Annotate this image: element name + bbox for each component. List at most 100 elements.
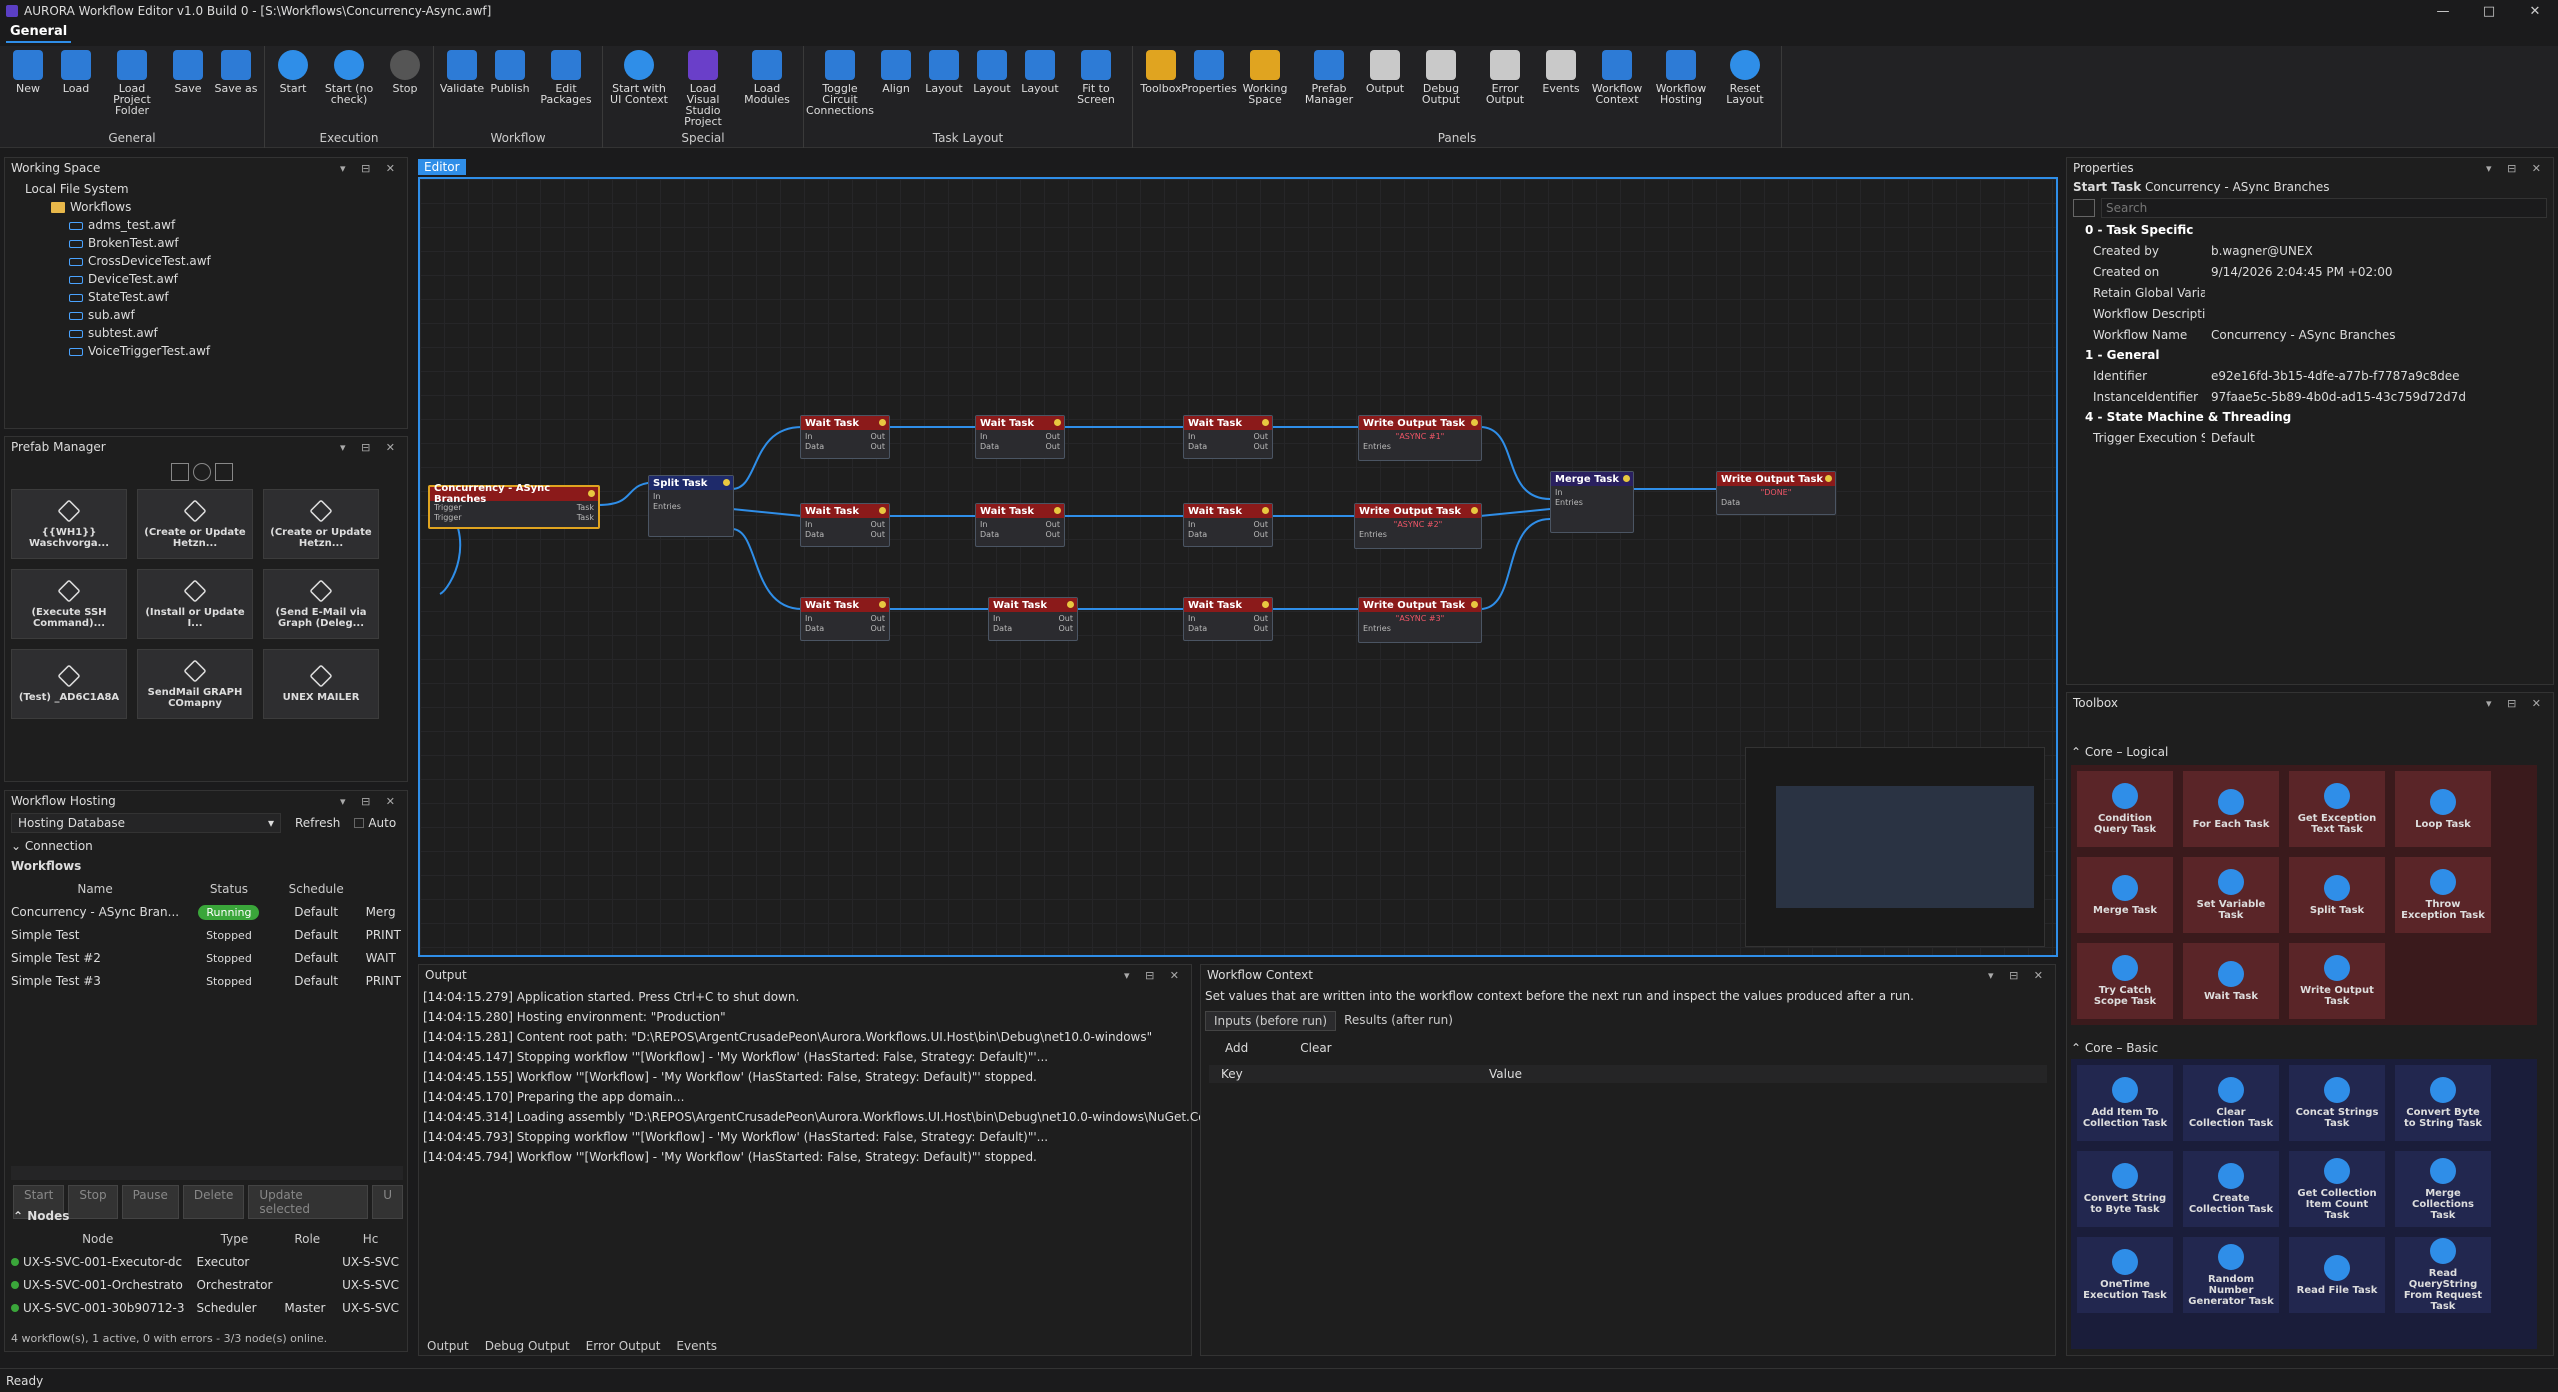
write-output-task-node[interactable]: Write Output Task "ASYNC #1" Entries — [1358, 415, 1482, 461]
prefab-item[interactable]: UNEX MAILER — [263, 649, 379, 719]
toolbox-item-wait-task[interactable]: Wait Task — [2183, 943, 2279, 1019]
property-value[interactable]: 97faae5c-5b89-4b0d-ad15-43c759d72d7d — [2205, 390, 2553, 404]
toolbox-item-try-catch-scope-task[interactable]: Try Catch Scope Task — [2077, 943, 2173, 1019]
prefab-refresh-icon[interactable] — [193, 463, 211, 481]
tab-output[interactable]: Output — [419, 1337, 477, 1355]
output-log[interactable]: [14:04:15.279] Application started. Pres… — [419, 985, 1295, 1169]
table-row[interactable]: UX-S-SVC-001-Orchestrato Orchestrator UX-S… — [5, 1273, 405, 1296]
table-row[interactable]: Concurrency - ASync Bran... Running Defaul… — [5, 900, 407, 923]
toolbox-item-split-task[interactable]: Split Task — [2289, 857, 2385, 933]
property-row[interactable]: Trigger Execution Strat...Default — [2067, 427, 2553, 448]
toolbox-item-merge-task[interactable]: Merge Task — [2077, 857, 2173, 933]
col-type[interactable]: Type — [190, 1227, 278, 1250]
hosting-source-select[interactable]: Hosting Database ▾ — [11, 813, 281, 833]
tree-file[interactable]: sub.awf — [11, 306, 401, 324]
panel-controls[interactable]: ▾ ⊟ ✕ — [2486, 697, 2547, 710]
panel-controls[interactable]: ▾ ⊟ ✕ — [2486, 162, 2547, 175]
tab-debug-output[interactable]: Debug Output — [477, 1337, 578, 1355]
toolbox-item-merge-collections-task[interactable]: Merge Collections Task — [2395, 1151, 2491, 1227]
tab-events[interactable]: Events — [668, 1337, 725, 1355]
connection-expander[interactable]: ⌄ Connection — [5, 835, 407, 857]
tree-folder[interactable]: Workflows — [11, 198, 401, 216]
u-button[interactable]: U — [372, 1185, 403, 1219]
start-task-node[interactable]: Concurrency - ASync Branches Trigger Task T… — [428, 483, 600, 529]
tab-editor[interactable]: Editor — [418, 159, 466, 175]
property-section-header[interactable]: 0 - Task Specific — [2067, 220, 2553, 240]
prefab-item[interactable]: (Execute SSH Command)... — [11, 569, 127, 639]
tree-root[interactable]: Local File System — [11, 180, 401, 198]
wait-task-node[interactable]: Wait Task In Out Data Out — [1183, 503, 1273, 547]
tree-file[interactable]: BrokenTest.awf — [11, 234, 401, 252]
prefab-item[interactable]: SendMail GRAPH COmapny — [137, 649, 253, 719]
refresh-button[interactable]: Refresh — [289, 816, 346, 830]
pause-button[interactable]: Pause — [121, 1185, 179, 1219]
table-row[interactable]: UX-S-SVC-001-Executor-dc Executor UX-S-SVC — [5, 1250, 405, 1273]
prefab-item[interactable]: {{WH1}} Waschvorga... — [11, 489, 127, 559]
minimap[interactable] — [1745, 747, 2045, 947]
stop-button[interactable]: Stop — [68, 1185, 118, 1219]
toolbox-item-get-exception-text-task[interactable]: Get Exception Text Task — [2289, 771, 2385, 847]
tree-file[interactable]: VoiceTriggerTest.awf — [11, 342, 401, 360]
prefab-item[interactable]: (Send E-Mail via Graph (Deleg... — [263, 569, 379, 639]
horizontal-scrollbar[interactable] — [11, 1166, 403, 1180]
write-output-task-node[interactable]: Write Output Task "ASYNC #3" Entries — [1358, 597, 1482, 643]
tab-general[interactable]: General — [6, 24, 72, 43]
table-row[interactable]: Simple Test #2 Stopped Default WAIT — [5, 946, 407, 969]
property-row[interactable]: Created by b.wagner@UNEX — [2067, 240, 2553, 261]
nodes-expander[interactable]: ⌃ Nodes — [13, 1209, 69, 1223]
panel-controls[interactable]: ▾ ⊟ ✕ — [340, 795, 401, 808]
col-host[interactable]: Hc — [336, 1227, 405, 1250]
toolbox-item-clear-collection-task[interactable]: Clear Collection Task — [2183, 1065, 2279, 1141]
prefab-item[interactable]: (Test) _AD6C1A8A — [11, 649, 127, 719]
property-row[interactable]: Workflow Description — [2067, 303, 2553, 324]
col-schedule[interactable]: Schedule — [273, 877, 360, 900]
prefab-list-icon[interactable] — [215, 463, 233, 481]
wait-task-node[interactable]: Wait Task In Out Data Out — [975, 503, 1065, 547]
auto-checkbox[interactable]: Auto — [354, 816, 396, 830]
write-output-task-node[interactable]: Write Output Task "ASYNC #2" Entries — [1354, 503, 1482, 549]
update-selected-button[interactable]: Update selected — [248, 1185, 369, 1219]
minimize-button[interactable]: — — [2420, 0, 2466, 22]
table-row[interactable]: UX-S-SVC-001-30b90712-3 Scheduler Master UX… — [5, 1296, 405, 1319]
col-name[interactable]: Name — [5, 877, 185, 900]
wait-task-node[interactable]: Wait Task In Out Data Out — [800, 415, 890, 459]
property-row[interactable]: Created on 9/14/2026 2:04:45 PM +02:00 — [2067, 261, 2553, 282]
toolbox-item-random-number-generator-task[interactable]: Random Number Generator Task — [2183, 1237, 2279, 1313]
toolbox-basic-header[interactable]: ⌃ Core – Basic — [2071, 1041, 2158, 1055]
properties-search-input[interactable] — [2101, 198, 2547, 218]
tree-file[interactable]: subtest.awf — [11, 324, 401, 342]
toolbox-item-read-file-task[interactable]: Read File Task — [2289, 1237, 2385, 1313]
wait-task-node[interactable]: Wait Task In Out Data Out — [1183, 415, 1273, 459]
property-row[interactable]: Identifier e92e16fd-3b15-4dfe-a77b-f7787a… — [2067, 365, 2553, 386]
close-window-button[interactable]: ✕ — [2512, 0, 2558, 22]
toolbox-item-get-collection-item-count-task[interactable]: Get Collection Item Count Task — [2289, 1151, 2385, 1227]
tree-file[interactable]: CrossDeviceTest.awf — [11, 252, 401, 270]
toolbox-item-add-item-to-collection-task[interactable]: Add Item To Collection Task — [2077, 1065, 2173, 1141]
panel-controls[interactable]: ▾ ⊟ ✕ — [340, 441, 401, 454]
toolbox-item-convert-byte-to-string-task[interactable]: Convert Byte to String Task — [2395, 1065, 2491, 1141]
tab-error-output[interactable]: Error Output — [578, 1337, 669, 1355]
wait-task-node[interactable]: Wait Task In Out Data Out — [1183, 597, 1273, 641]
toolbox-item-read-querystring-from-request-task[interactable]: Read QueryString From Request Task — [2395, 1237, 2491, 1313]
toolbox-item-write-output-task[interactable]: Write Output Task — [2289, 943, 2385, 1019]
wait-task-node[interactable]: Wait Task In Out Data Out — [975, 415, 1065, 459]
col-value[interactable]: Value — [1489, 1067, 1522, 1081]
prefab-item[interactable]: (Create or Update Hetzn... — [263, 489, 379, 559]
clear-button[interactable]: Clear — [1284, 1039, 1347, 1057]
toolbox-item-loop-task[interactable]: Loop Task — [2395, 771, 2491, 847]
property-value[interactable]: b.wagner@UNEX — [2205, 244, 2553, 258]
wait-task-node[interactable]: Wait Task In Out Data Out — [988, 597, 1078, 641]
minimap-viewport[interactable] — [1776, 786, 2034, 908]
panel-controls[interactable]: ▾ ⊟ ✕ — [1988, 969, 2049, 982]
property-value[interactable]: Concurrency - ASync Branches — [2205, 328, 2553, 342]
wait-task-node[interactable]: Wait Task In Out Data Out — [800, 597, 890, 641]
toolbox-item-convert-string-to-byte-task[interactable]: Convert String to Byte Task — [2077, 1151, 2173, 1227]
property-section-header[interactable]: 1 - General — [2067, 345, 2553, 365]
add-button[interactable]: Add — [1209, 1039, 1264, 1057]
workflow-canvas[interactable]: Concurrency - ASync Branches Trigger Task T… — [418, 177, 2058, 957]
col-key[interactable]: Key — [1209, 1067, 1489, 1081]
panel-controls[interactable]: ▾ ⊟ ✕ — [340, 162, 401, 175]
prefab-item[interactable]: (Create or Update Hetzn... — [137, 489, 253, 559]
tab-inputs[interactable]: Inputs (before run) — [1205, 1011, 1337, 1031]
prefab-item[interactable]: (Install or Update I... — [137, 569, 253, 639]
